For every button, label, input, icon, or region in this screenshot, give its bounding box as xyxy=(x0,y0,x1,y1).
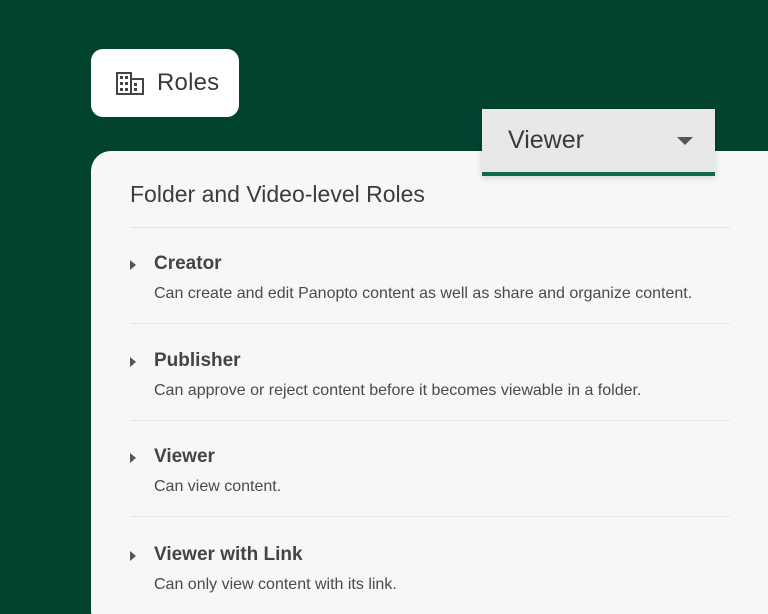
roles-panel: Folder and Video-level Roles Creator Can… xyxy=(91,151,768,614)
role-description: Can view content. xyxy=(154,478,282,495)
expand-caret-icon[interactable] xyxy=(130,551,136,561)
role-item-viewer[interactable]: Viewer Can view content. xyxy=(130,421,730,517)
role-name: Publisher xyxy=(154,350,241,371)
role-name: Viewer xyxy=(154,446,215,467)
role-description: Can approve or reject content before it … xyxy=(154,382,642,399)
role-description: Can create and edit Panopto content as w… xyxy=(154,285,693,302)
building-icon xyxy=(115,70,145,96)
roles-chip-label: Roles xyxy=(157,69,220,96)
role-description: Can only view content with its link. xyxy=(154,576,397,593)
roles-chip[interactable]: Roles xyxy=(91,49,239,117)
role-name: Viewer with Link xyxy=(154,544,303,565)
role-divider xyxy=(130,516,730,517)
role-select-dropdown[interactable]: Viewer xyxy=(482,109,715,176)
chevron-down-icon xyxy=(677,136,693,145)
panel-title: Folder and Video-level Roles xyxy=(130,181,425,207)
expand-caret-icon[interactable] xyxy=(130,260,136,270)
role-divider xyxy=(130,323,730,324)
expand-caret-icon[interactable] xyxy=(130,453,136,463)
role-item-publisher[interactable]: Publisher Can approve or reject content … xyxy=(130,325,730,421)
expand-caret-icon[interactable] xyxy=(130,357,136,367)
role-select-value: Viewer xyxy=(508,126,584,154)
role-name: Creator xyxy=(154,253,222,274)
role-item-creator[interactable]: Creator Can create and edit Panopto cont… xyxy=(130,228,730,324)
role-item-viewer-with-link[interactable]: Viewer with Link Can only view content w… xyxy=(130,519,730,614)
